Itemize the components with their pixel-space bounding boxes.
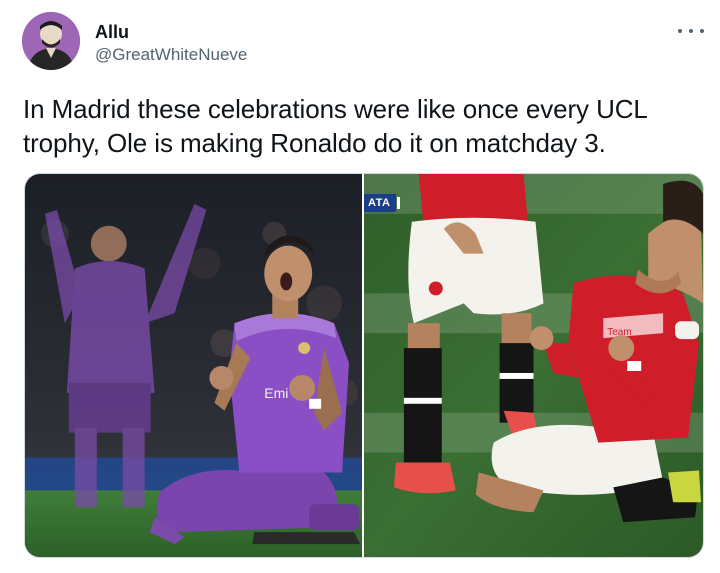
- right-photo-image: Team: [364, 174, 703, 557]
- tweet-card: Allu @GreatWhiteNueve In Madrid these ce…: [0, 0, 720, 573]
- more-options-icon[interactable]: [678, 22, 704, 40]
- dot: [689, 29, 693, 33]
- svg-text:Emi: Emi: [264, 385, 288, 401]
- media-photo-left[interactable]: Emi: [25, 174, 362, 557]
- dot: [678, 29, 682, 33]
- author-names: Allu @GreatWhiteNueve: [95, 22, 247, 66]
- scoreboard-badge: ATA: [364, 194, 402, 212]
- author-avatar[interactable]: [22, 12, 80, 70]
- author-handle[interactable]: @GreatWhiteNueve: [95, 44, 247, 66]
- left-photo-image: Emi: [25, 174, 362, 557]
- dot: [700, 29, 704, 33]
- avatar-image: [22, 12, 80, 70]
- media-photo-right[interactable]: Team ATA: [364, 174, 703, 557]
- author-display-name[interactable]: Allu: [95, 22, 247, 42]
- tweet-media[interactable]: Emi Team ATA: [24, 173, 704, 558]
- tweet-text: In Madrid these celebrations were like o…: [23, 94, 647, 158]
